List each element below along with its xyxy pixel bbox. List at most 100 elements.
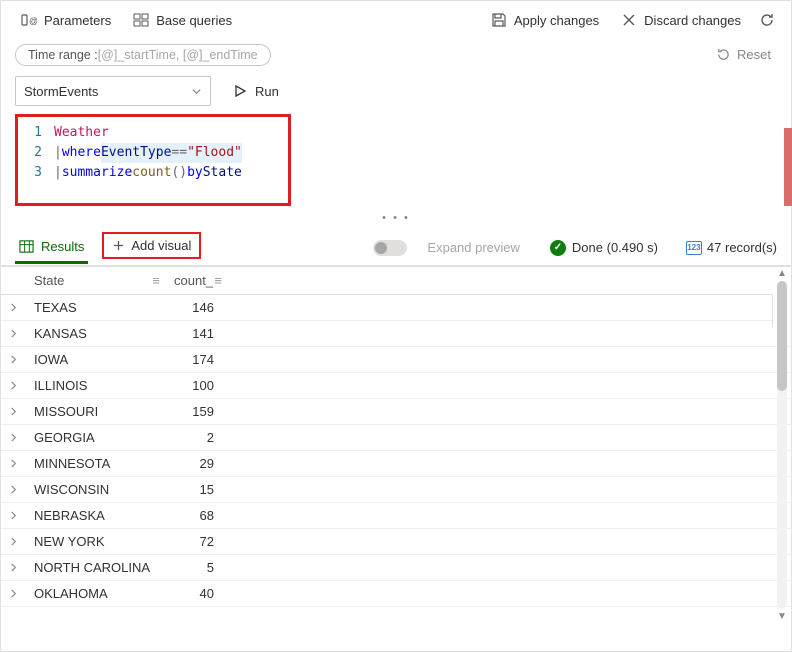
parameter-icon: @ [21, 12, 37, 28]
resize-handle[interactable]: • • • [1, 210, 791, 226]
expand-row-icon[interactable] [1, 295, 26, 321]
expand-row-icon[interactable] [1, 503, 26, 529]
record-count: 123 47 record(s) [686, 240, 777, 255]
add-visual-button[interactable]: Add visual [102, 232, 201, 259]
cell-state: MINNESOTA [26, 451, 166, 477]
column-menu-icon[interactable]: ≡ [214, 273, 220, 288]
apply-label: Apply changes [514, 13, 599, 28]
time-range-row: Time range : [@]_startTime, [@]_endTime … [1, 39, 791, 76]
save-icon [491, 12, 507, 28]
base-queries-label: Base queries [156, 13, 232, 28]
cell-state: OKLAHOMA [26, 581, 166, 607]
refresh-button[interactable] [757, 8, 777, 32]
editor-token: Weather [54, 123, 109, 143]
table-row[interactable]: WISCONSIN15 [1, 477, 791, 503]
chevron-down-icon [191, 86, 202, 97]
time-range-prefix: Time range : [28, 48, 98, 62]
cell-state: GEORGIA [26, 425, 166, 451]
discard-changes-button[interactable]: Discard changes [615, 8, 747, 32]
table-row[interactable]: KANSAS141 [1, 321, 791, 347]
cell-count: 72 [166, 529, 228, 555]
base-queries-button[interactable]: Base queries [127, 8, 238, 32]
table-row[interactable]: NEBRASKA68 [1, 503, 791, 529]
vertical-scrollbar[interactable]: ▲ ▼ [773, 266, 791, 624]
source-value: StormEvents [24, 84, 98, 99]
status-done: ✓ Done (0.490 s) [550, 240, 658, 256]
editor-token: summarize [62, 163, 132, 183]
column-menu-icon[interactable]: ≡ [152, 273, 158, 288]
line-number: 1 [26, 123, 54, 143]
top-toolbar: @ Parameters Base queries Apply changes … [1, 1, 791, 39]
expand-row-icon[interactable] [1, 581, 26, 607]
editor-token: EventType [101, 143, 171, 163]
scroll-down-icon[interactable]: ▼ [777, 609, 787, 624]
expand-row-icon[interactable] [1, 555, 26, 581]
source-dropdown[interactable]: StormEvents [15, 76, 211, 106]
table-icon [19, 239, 34, 254]
editor-token: where [62, 143, 101, 163]
table-row[interactable]: GEORGIA2 [1, 425, 791, 451]
table-row[interactable]: ILLINOIS100 [1, 373, 791, 399]
cell-state: WISCONSIN [26, 477, 166, 503]
expand-row-icon[interactable] [1, 529, 26, 555]
scrollbar-thumb[interactable] [777, 281, 787, 391]
cell-count: 141 [166, 321, 228, 347]
plus-icon [112, 239, 125, 252]
editor-token: == [171, 143, 187, 163]
record-count-label: 47 record(s) [707, 240, 777, 255]
cell-count: 146 [166, 295, 228, 321]
query-editor[interactable]: 1 Weather 2 | where EventType == "Flood"… [15, 114, 291, 206]
table-row[interactable]: MISSOURI159 [1, 399, 791, 425]
editor-token: State [203, 163, 242, 183]
edge-marker [784, 128, 792, 206]
expand-row-icon[interactable] [1, 321, 26, 347]
expand-preview-label: Expand preview [427, 240, 520, 255]
blank-column [228, 267, 791, 295]
editor-token: | [54, 163, 62, 183]
parameters-button[interactable]: @ Parameters [15, 8, 117, 32]
expand-row-icon[interactable] [1, 399, 26, 425]
table-row[interactable]: NEW YORK72 [1, 529, 791, 555]
expand-row-icon[interactable] [1, 373, 26, 399]
table-row[interactable]: OKLAHOMA40 [1, 581, 791, 607]
cell-count: 29 [166, 451, 228, 477]
cell-count: 40 [166, 581, 228, 607]
cell-state: KANSAS [26, 321, 166, 347]
status-done-label: Done (0.490 s) [572, 240, 658, 255]
time-range-params: [@]_startTime, [@]_endTime [98, 48, 258, 62]
tab-results-label: Results [41, 239, 84, 254]
grid-icon [133, 12, 149, 28]
expand-row-icon[interactable] [1, 347, 26, 373]
cell-count: 68 [166, 503, 228, 529]
cell-state: NEW YORK [26, 529, 166, 555]
expand-preview-toggle[interactable] [373, 240, 407, 256]
table-row[interactable]: MINNESOTA29 [1, 451, 791, 477]
apply-changes-button[interactable]: Apply changes [485, 8, 605, 32]
line-number: 2 [26, 143, 54, 163]
state-header-label: State [34, 273, 64, 288]
parameters-label: Parameters [44, 13, 111, 28]
cell-state: IOWA [26, 347, 166, 373]
expand-row-icon[interactable] [1, 477, 26, 503]
state-column-header[interactable]: State ≡ [26, 267, 166, 295]
cell-count: 159 [166, 399, 228, 425]
table-row[interactable]: NORTH CAROLINA5 [1, 555, 791, 581]
table-row[interactable]: TEXAS146 [1, 295, 791, 321]
expand-row-icon[interactable] [1, 451, 26, 477]
run-button[interactable]: Run [225, 80, 287, 103]
cell-count: 2 [166, 425, 228, 451]
count-column-header[interactable]: count_ ≡ [166, 267, 228, 295]
scroll-up-icon[interactable]: ▲ [777, 266, 787, 281]
editor-token: by [187, 163, 203, 183]
editor-token: count [132, 163, 171, 183]
expand-row-icon[interactable] [1, 425, 26, 451]
table-row[interactable]: IOWA174 [1, 347, 791, 373]
query-header-row: StormEvents Run [1, 76, 791, 114]
time-range-pill[interactable]: Time range : [@]_startTime, [@]_endTime [15, 44, 271, 66]
expand-column-header [1, 267, 26, 295]
results-grid-wrap: Columns State ≡ count_ ≡ TEXAS146KANSAS1… [1, 266, 791, 624]
cell-state: MISSOURI [26, 399, 166, 425]
cell-count: 100 [166, 373, 228, 399]
tab-results[interactable]: Results [15, 233, 88, 264]
reset-button[interactable]: Reset [710, 43, 777, 66]
